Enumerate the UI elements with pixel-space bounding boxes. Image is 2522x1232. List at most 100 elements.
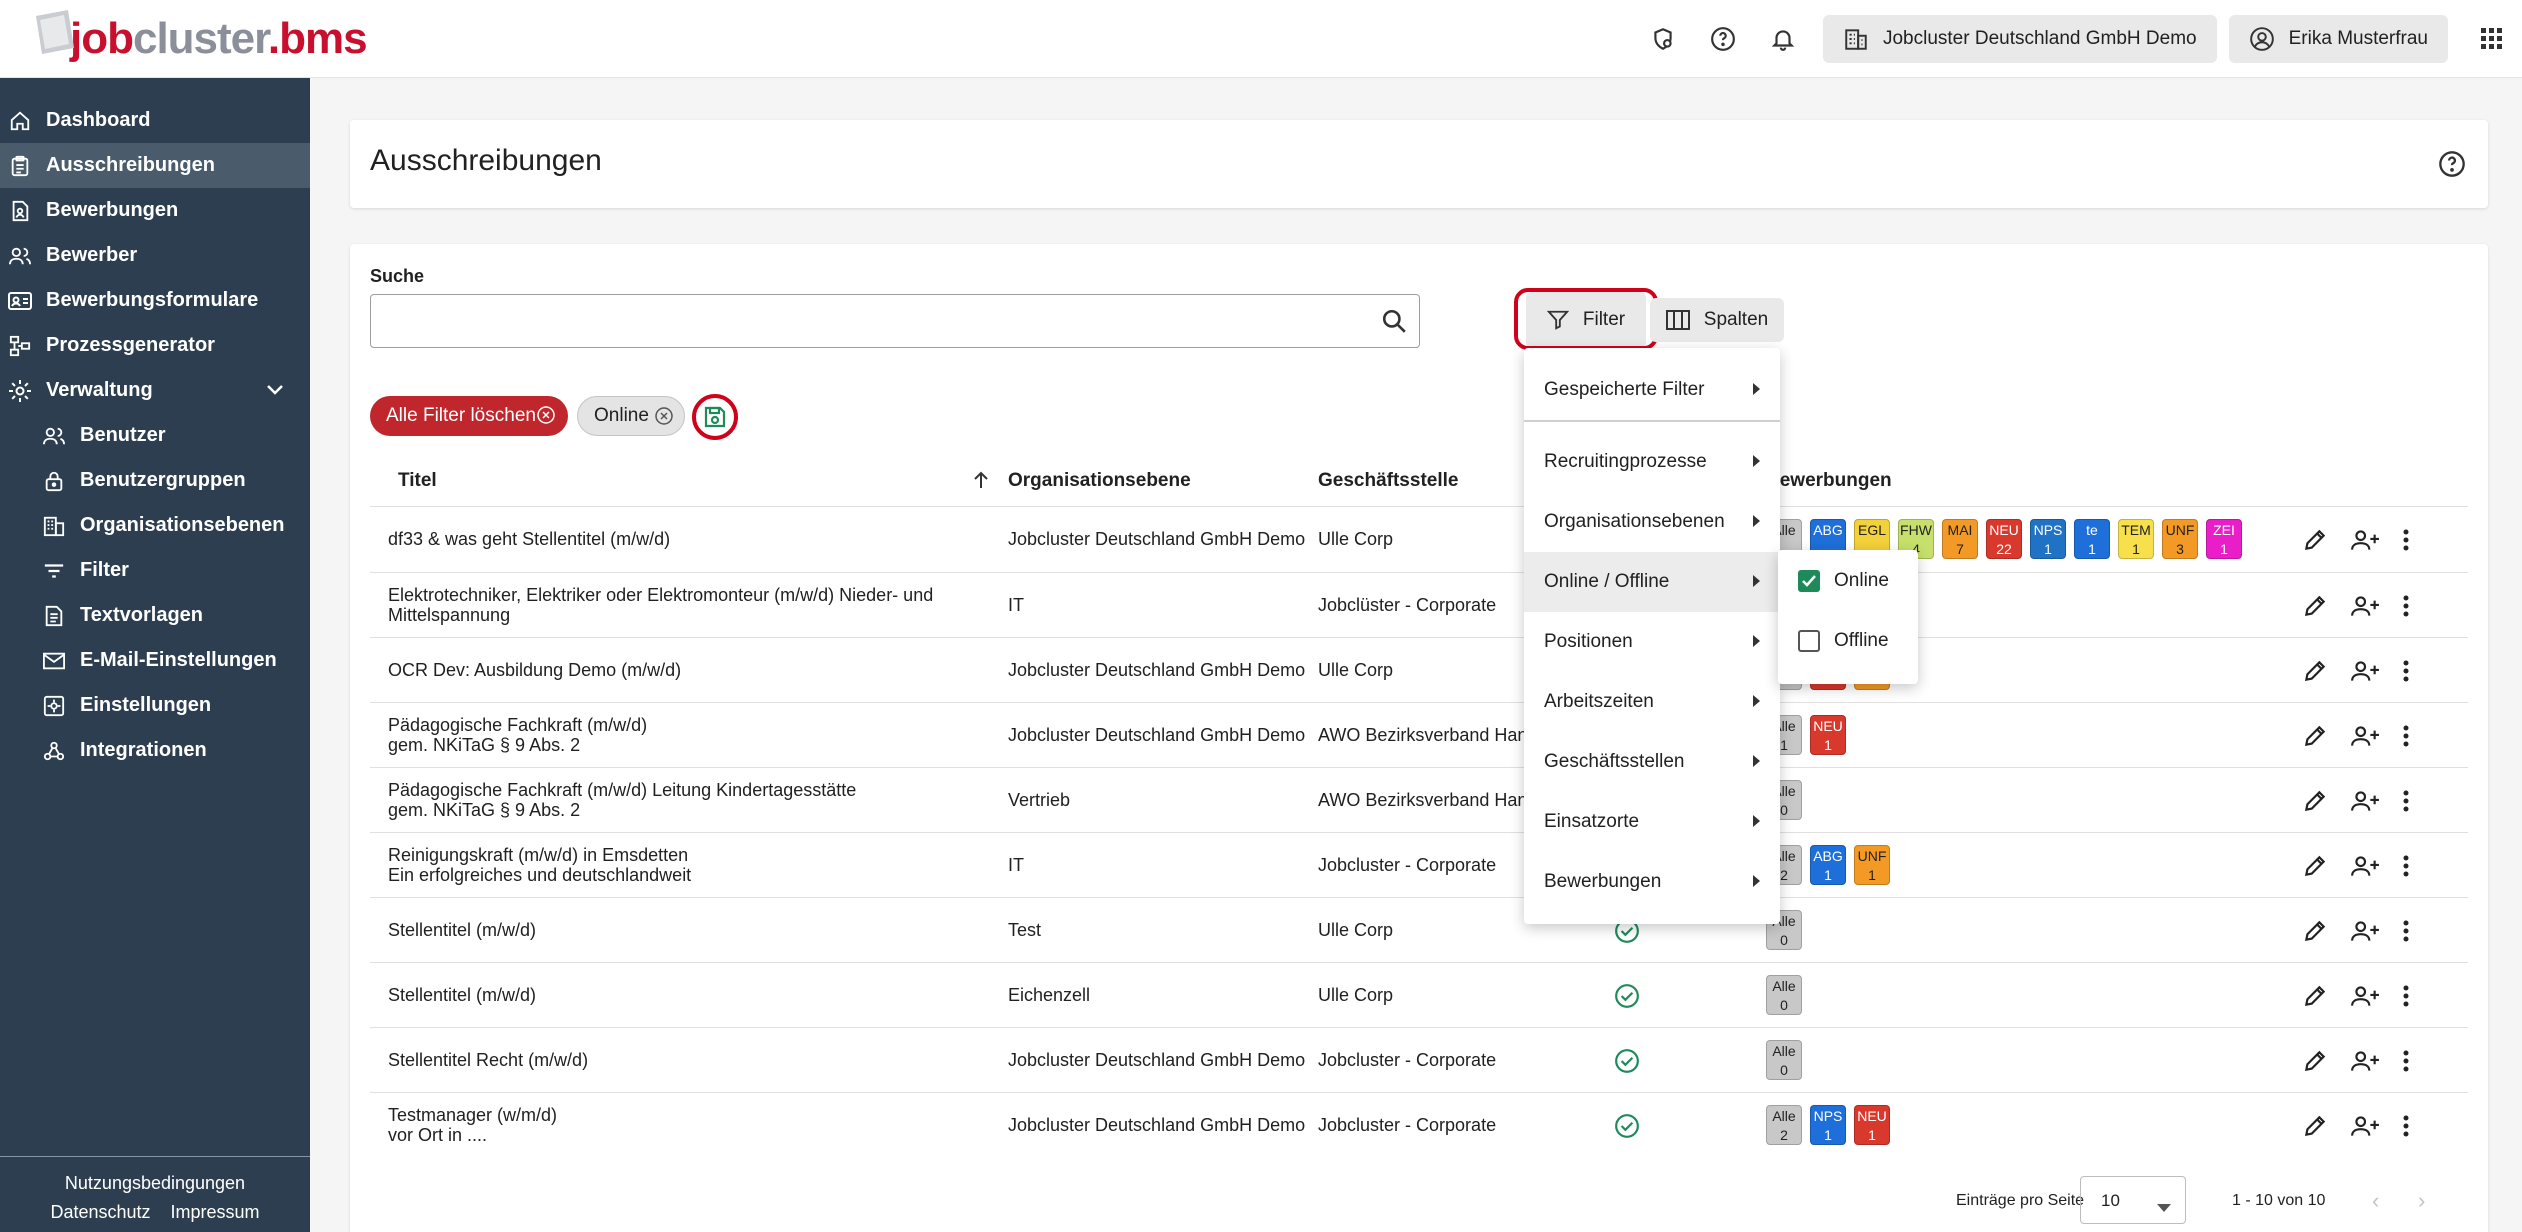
jobcluster-logo[interactable]: jobcluster.bms <box>28 8 368 70</box>
sidebar-item-textvorlagen[interactable]: Textvorlagen <box>0 593 310 638</box>
column-header-office[interactable]: Geschäftsstelle <box>1318 470 1458 492</box>
close-circle-icon[interactable] <box>654 406 674 432</box>
close-circle-icon[interactable] <box>536 405 556 431</box>
more-vertical-icon[interactable] <box>2402 789 2410 813</box>
search-icon[interactable] <box>1381 308 1407 340</box>
edit-pencil-icon[interactable] <box>2302 658 2328 684</box>
edit-pencil-icon[interactable] <box>2302 723 2328 749</box>
table-row[interactable]: Testmanager (w/m/d) vor Ort in .... Jobclu… <box>370 1092 2468 1157</box>
chevron-down-icon[interactable] <box>266 379 284 402</box>
table-row[interactable]: Stellentitel (m/w/d) Test Ulle Corp Alle 0 <box>370 897 2468 962</box>
columns-button[interactable]: Spalten <box>1650 298 1784 342</box>
edit-pencil-icon[interactable] <box>2302 983 2328 1009</box>
add-person-icon[interactable] <box>2350 853 2380 879</box>
job-title[interactable]: df33 & was geht Stellentitel (m/w/d) <box>388 529 948 549</box>
terms-link[interactable]: Nutzungsbedingungen <box>65 1173 245 1193</box>
save-filter-button[interactable] <box>692 394 738 440</box>
privacy-link[interactable]: Datenschutz <box>50 1202 150 1222</box>
filter-menu-item[interactable]: Bewerbungen <box>1524 852 1780 912</box>
add-person-icon[interactable] <box>2350 1113 2380 1139</box>
help-circle-icon[interactable] <box>1703 19 1743 59</box>
user-menu-button[interactable]: Erika Musterfrau <box>2228 15 2448 63</box>
edit-pencil-icon[interactable] <box>2302 788 2328 814</box>
table-row[interactable]: Pädagogische Fachkraft (m/w/d) Leitung K… <box>370 767 2468 832</box>
sidebar-item-bewerbungsformulare[interactable]: Bewerbungsformulare <box>0 278 310 323</box>
job-title[interactable]: Elektrotechniker, Elektriker oder Elektr… <box>388 585 948 625</box>
sidebar-item-integrationen[interactable]: Integrationen <box>0 728 310 773</box>
filter-menu-item[interactable]: Online / Offline <box>1524 552 1780 612</box>
online-filter-chip[interactable]: Online <box>577 396 685 436</box>
column-header-org[interactable]: Organisationsebene <box>1008 470 1191 492</box>
filter-menu-item[interactable]: Einsatzorte <box>1524 792 1780 852</box>
online-option[interactable]: Online <box>1798 570 1889 592</box>
job-title[interactable]: Stellentitel (m/w/d) <box>388 985 948 1005</box>
job-title[interactable]: Testmanager (w/m/d) vor Ort in .... <box>388 1105 948 1145</box>
status-badge[interactable]: Alle 2 <box>1766 1105 1802 1145</box>
offline-option[interactable]: Offline <box>1798 630 1889 652</box>
table-row[interactable]: Stellentitel (m/w/d) Eichenzell Ulle Corp A… <box>370 962 2468 1027</box>
sidebar-item-prozessgenerator[interactable]: Prozessgenerator <box>0 323 310 368</box>
add-person-icon[interactable] <box>2350 918 2380 944</box>
status-badge[interactable]: UNF1 <box>1854 845 1890 885</box>
table-row[interactable]: df33 & was geht Stellentitel (m/w/d) Jobc… <box>370 506 2468 571</box>
more-vertical-icon[interactable] <box>2402 1114 2410 1138</box>
shield-info-icon[interactable] <box>1643 19 1683 59</box>
filter-menu-item[interactable]: Geschäftsstellen <box>1524 732 1780 792</box>
sidebar-item-organisationsebenen[interactable]: Organisationsebenen <box>0 503 310 548</box>
add-person-icon[interactable] <box>2350 1048 2380 1074</box>
status-badge[interactable]: ABG 1 <box>1810 845 1846 885</box>
chevron-right-icon[interactable]: › <box>2418 1188 2425 1214</box>
more-vertical-icon[interactable] <box>2402 528 2410 552</box>
edit-pencil-icon[interactable] <box>2302 1113 2328 1139</box>
status-badge[interactable]: te 1 <box>2074 519 2110 559</box>
apps-grid-icon[interactable] <box>2472 19 2512 59</box>
table-row[interactable]: Reinigungskraft (m/w/d) in Emsdetten Ein … <box>370 832 2468 897</box>
job-title[interactable]: Pädagogische Fachkraft (m/w/d) Leitung K… <box>388 780 948 820</box>
add-person-icon[interactable] <box>2350 723 2380 749</box>
more-vertical-icon[interactable] <box>2402 659 2410 683</box>
table-row[interactable]: OCR Dev: Ausbildung Demo (m/w/d) Jobclust… <box>370 637 2468 702</box>
status-badge[interactable]: NEU 22 <box>1986 519 2022 559</box>
job-title[interactable]: Stellentitel (m/w/d) <box>388 920 948 940</box>
job-title[interactable]: Pädagogische Fachkraft (m/w/d) gem. NKiTa… <box>388 715 948 755</box>
company-switch-button[interactable]: Jobcluster Deutschland GmbH Demo <box>1822 15 2217 63</box>
table-row[interactable]: Pädagogische Fachkraft (m/w/d) gem. NKiTa… <box>370 702 2468 767</box>
search-input[interactable] <box>370 294 1420 348</box>
job-title[interactable]: Stellentitel Recht (m/w/d) <box>388 1050 948 1070</box>
add-person-icon[interactable] <box>2350 658 2380 684</box>
status-badge[interactable]: NEU1 <box>1854 1105 1890 1145</box>
more-vertical-icon[interactable] <box>2402 594 2410 618</box>
sidebar-item-email-einstellungen[interactable]: E-Mail-Einstellungen <box>0 638 310 683</box>
add-person-icon[interactable] <box>2350 983 2380 1009</box>
add-person-icon[interactable] <box>2350 593 2380 619</box>
sidebar-item-bewerbungen[interactable]: Bewerbungen <box>0 188 310 233</box>
add-person-icon[interactable] <box>2350 788 2380 814</box>
status-badge[interactable]: MAI 7 <box>1942 519 1978 559</box>
more-vertical-icon[interactable] <box>2402 1049 2410 1073</box>
edit-pencil-icon[interactable] <box>2302 853 2328 879</box>
status-badge[interactable]: Alle 0 <box>1766 1040 1802 1080</box>
edit-pencil-icon[interactable] <box>2302 918 2328 944</box>
status-badge[interactable]: ZEI 1 <box>2206 519 2242 559</box>
job-title[interactable]: Reinigungskraft (m/w/d) in Emsdetten Ein … <box>388 845 948 885</box>
column-header-title[interactable]: Titel <box>398 470 437 492</box>
more-vertical-icon[interactable] <box>2402 854 2410 878</box>
clear-filters-chip[interactable]: Alle Filter löschen <box>370 396 568 436</box>
sidebar-item-bewerber[interactable]: Bewerber <box>0 233 310 278</box>
bell-icon[interactable] <box>1763 19 1803 59</box>
sidebar-item-dashboard[interactable]: Dashboard <box>0 98 310 143</box>
imprint-link[interactable]: Impressum <box>171 1202 260 1222</box>
sidebar-item-benutzer[interactable]: Benutzer <box>0 413 310 458</box>
filter-menu-item[interactable]: Organisationsebenen <box>1524 492 1780 552</box>
filter-menu-item[interactable]: Recruitingprozesse <box>1524 432 1780 492</box>
status-badge[interactable]: NPS 1 <box>1810 1105 1846 1145</box>
sidebar-item-einstellungen[interactable]: Einstellungen <box>0 683 310 728</box>
sidebar-item-benutzergruppen[interactable]: Benutzergruppen <box>0 458 310 503</box>
help-circle-icon[interactable] <box>2438 150 2466 184</box>
table-row[interactable]: Stellentitel Recht (m/w/d) Jobcluster Deu… <box>370 1027 2468 1092</box>
add-person-icon[interactable] <box>2350 527 2380 553</box>
status-badge[interactable]: NEU1 <box>1810 715 1846 755</box>
more-vertical-icon[interactable] <box>2402 919 2410 943</box>
status-badge[interactable]: TEM 1 <box>2118 519 2154 559</box>
sidebar-item-verwaltung[interactable]: Verwaltung <box>0 368 310 413</box>
